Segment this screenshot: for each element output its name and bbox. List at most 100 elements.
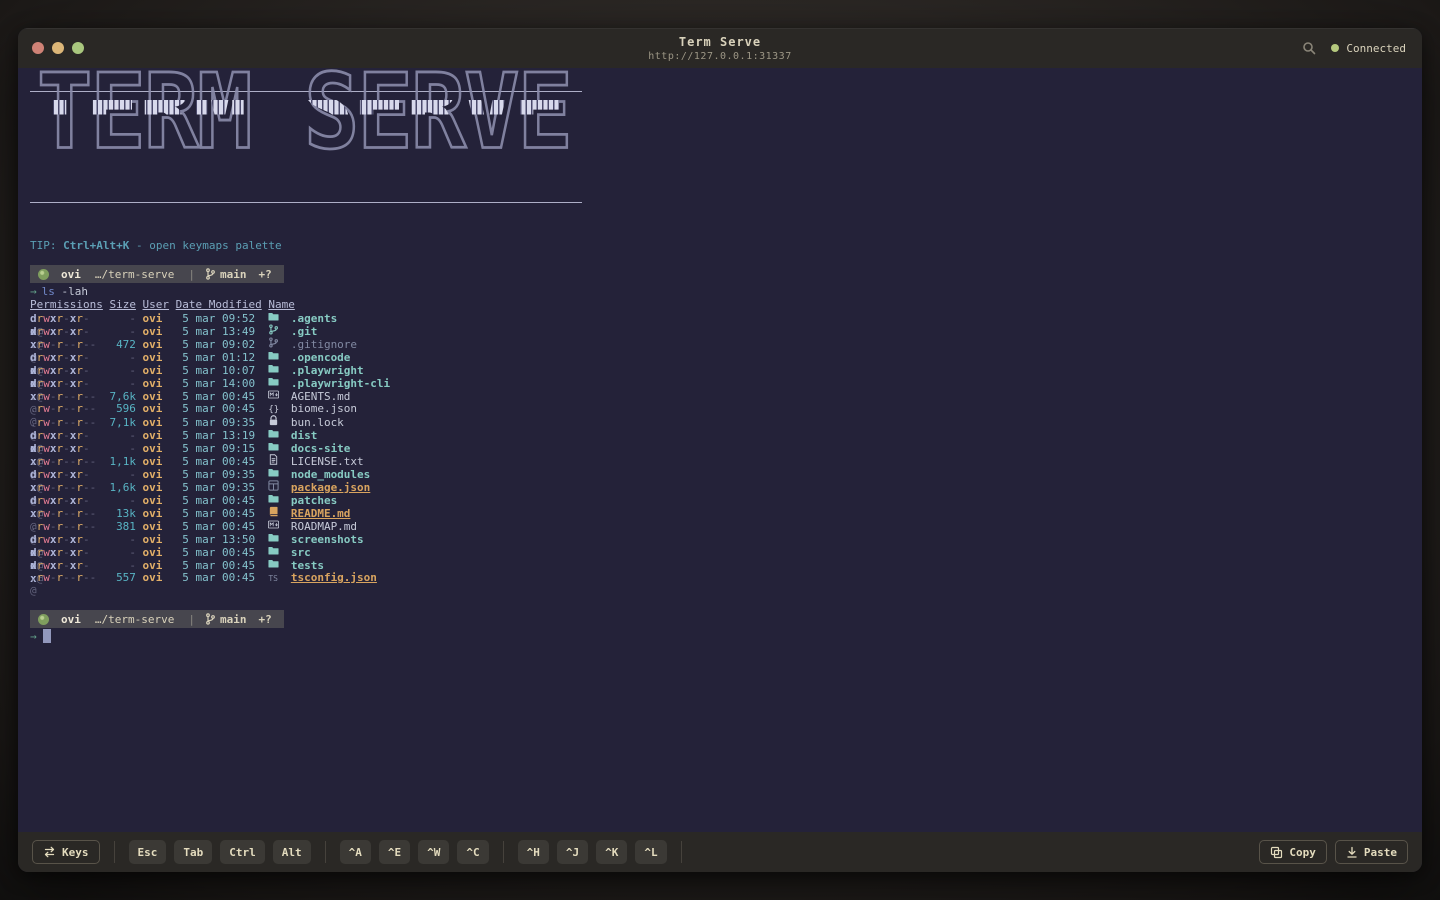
file-date: 5 mar 14:00 bbox=[182, 377, 256, 390]
key-button-alt[interactable]: Alt bbox=[272, 840, 311, 864]
key-button-esc[interactable]: Esc bbox=[128, 840, 167, 864]
git-icon bbox=[268, 337, 284, 348]
md-icon bbox=[268, 519, 284, 530]
file-owner: ovi bbox=[142, 571, 163, 584]
key-button-ctrl-l[interactable]: ^L bbox=[635, 840, 667, 864]
file-size: - bbox=[129, 546, 136, 559]
paste-button[interactable]: Paste bbox=[1334, 840, 1408, 864]
keys-palette-button[interactable]: Keys bbox=[32, 840, 100, 864]
prompt-separator: | bbox=[188, 267, 195, 281]
file-owner: ovi bbox=[142, 338, 163, 351]
banner-text: TERM SERVE bbox=[32, 47, 568, 168]
file-date: 5 mar 09:15 bbox=[182, 442, 256, 455]
file-size: 381 bbox=[116, 520, 136, 533]
file-size: - bbox=[129, 533, 136, 546]
file-date: 5 mar 00:45 bbox=[182, 455, 256, 468]
copy-button[interactable]: Copy bbox=[1259, 840, 1327, 864]
lock-icon bbox=[268, 415, 284, 426]
file-date: 5 mar 09:35 bbox=[182, 481, 256, 494]
md-icon bbox=[268, 389, 284, 400]
file-row: .rw-r--r--@ 596 ovi 5 mar 00:45{} biome.json bbox=[30, 402, 1410, 428]
key-button-ctrl-k[interactable]: ^K bbox=[596, 840, 628, 864]
folder-icon bbox=[268, 532, 284, 543]
file-date: 5 mar 00:45 bbox=[182, 507, 256, 520]
file-size: - bbox=[129, 325, 136, 338]
git-branch-name: main bbox=[219, 612, 247, 626]
folder-icon bbox=[268, 545, 284, 556]
file-owner: ovi bbox=[142, 325, 163, 338]
file-date: 5 mar 00:45 bbox=[182, 520, 256, 533]
command-args: -lah bbox=[54, 285, 88, 298]
file-name: bun.lock bbox=[290, 416, 344, 429]
command-line: → ls -lah bbox=[30, 285, 1410, 298]
shell-prompt: ovi …/term-serve | main +? bbox=[30, 265, 284, 283]
file-row: drwxr-xr-x@ - ovi 5 mar 13:49 .git bbox=[30, 324, 1410, 351]
os-icon bbox=[38, 268, 49, 280]
git-branch-name: main bbox=[219, 267, 247, 281]
search-icon[interactable] bbox=[1301, 40, 1317, 56]
file-row: drwxr-xr-x@ - ovi 5 mar 13:50 screenshots bbox=[30, 532, 1410, 559]
ascii-banner: TERM SERVE TERM SERVE bbox=[30, 47, 582, 203]
file-name[interactable]: README.md bbox=[291, 507, 1410, 520]
file-owner: ovi bbox=[142, 364, 163, 377]
terminal-screen[interactable]: TERM SERVE TERM SERVE TIP: Ctrl+Alt+K - … bbox=[18, 47, 1422, 832]
folder-icon bbox=[268, 441, 284, 452]
file-date: 5 mar 09:35 bbox=[182, 416, 256, 429]
file-size: - bbox=[129, 364, 136, 377]
file-date: 5 mar 13:19 bbox=[182, 429, 256, 442]
folder-icon bbox=[268, 311, 284, 322]
prompt-arrow: → bbox=[30, 629, 37, 643]
file-name[interactable]: package.json bbox=[291, 481, 1410, 494]
file-rows: drwxr-xr-x@ - ovi 5 mar 09:52 .agents drwxr-x… bbox=[30, 311, 1410, 597]
tip-suffix: - open keymaps palette bbox=[129, 239, 282, 252]
pkg-icon bbox=[268, 480, 284, 491]
file-date: 5 mar 00:45 bbox=[182, 402, 256, 415]
prompt-path: …/term-serve bbox=[94, 612, 175, 626]
key-button-ctrl-w[interactable]: ^W bbox=[418, 840, 450, 864]
file-row: drwxr-xr-x@ - ovi 5 mar 00:45 tests bbox=[30, 558, 1410, 585]
key-button-tab[interactable]: Tab bbox=[174, 840, 213, 864]
shell-prompt: ovi …/term-serve | main +? bbox=[30, 610, 284, 628]
file-row: .rw-r--r--@ 472 ovi 5 mar 09:02 .gitignore bbox=[30, 337, 1410, 364]
file-name: .gitignore bbox=[290, 338, 358, 351]
toolbar-divider bbox=[502, 841, 504, 863]
file-size: 1,6k bbox=[109, 481, 136, 494]
file-name: src bbox=[290, 546, 311, 559]
prompt-user: ovi bbox=[61, 267, 81, 281]
file-row: drwxr-xr-x@ - ovi 5 mar 10:07 .playwright bbox=[30, 363, 1410, 390]
status-label: Connected bbox=[1346, 41, 1406, 55]
prompt-arrow: → bbox=[30, 285, 37, 298]
toolbar-divider bbox=[680, 841, 682, 863]
input-line[interactable]: → bbox=[30, 629, 1410, 643]
file-size: - bbox=[129, 429, 136, 442]
key-button-ctrl-c[interactable]: ^C bbox=[457, 840, 489, 864]
file-name: patches bbox=[290, 494, 338, 507]
file-date: 5 mar 01:12 bbox=[182, 351, 256, 364]
file-size: 472 bbox=[116, 338, 136, 351]
header-date: Date Modified bbox=[175, 298, 262, 311]
header-permissions: Permissions bbox=[30, 298, 103, 311]
header-name: Name bbox=[268, 298, 295, 311]
key-button-ctrl-j[interactable]: ^J bbox=[556, 840, 589, 864]
file-row: drwxr-xr-x@ - ovi 5 mar 00:45 patches bbox=[30, 493, 1410, 520]
os-icon bbox=[38, 613, 49, 625]
key-button-ctrl-h[interactable]: ^H bbox=[517, 840, 549, 864]
file-owner: ovi bbox=[142, 312, 163, 325]
file-name: .playwright-cli bbox=[290, 377, 391, 390]
git-branch-icon bbox=[205, 613, 215, 625]
file-name: .agents bbox=[290, 312, 338, 325]
file-row: drwxr-xr-x@ - ovi 5 mar 09:15 docs-site bbox=[30, 441, 1410, 468]
file-size: 557 bbox=[116, 571, 136, 584]
paste-button-label: Paste bbox=[1363, 845, 1397, 859]
key-button-ctrl[interactable]: Ctrl bbox=[220, 840, 265, 864]
file-owner: ovi bbox=[142, 351, 163, 364]
file-name: docs-site bbox=[290, 442, 351, 455]
file-name: LICENSE.txt bbox=[290, 455, 364, 468]
key-button-ctrl-a[interactable]: ^A bbox=[339, 840, 371, 864]
file-name[interactable]: tsconfig.json bbox=[291, 571, 1410, 584]
folder-icon bbox=[268, 376, 284, 387]
file-name: biome.json bbox=[290, 402, 358, 415]
file-row: .rw-r--r--@ 13k ovi 5 mar 00:45 README.md bbox=[30, 506, 1410, 533]
key-button-ctrl-e[interactable]: ^E bbox=[378, 840, 411, 864]
file-row: .rw-r--r--@ 1,6k ovi 5 mar 09:35 package.jso… bbox=[30, 480, 1410, 507]
